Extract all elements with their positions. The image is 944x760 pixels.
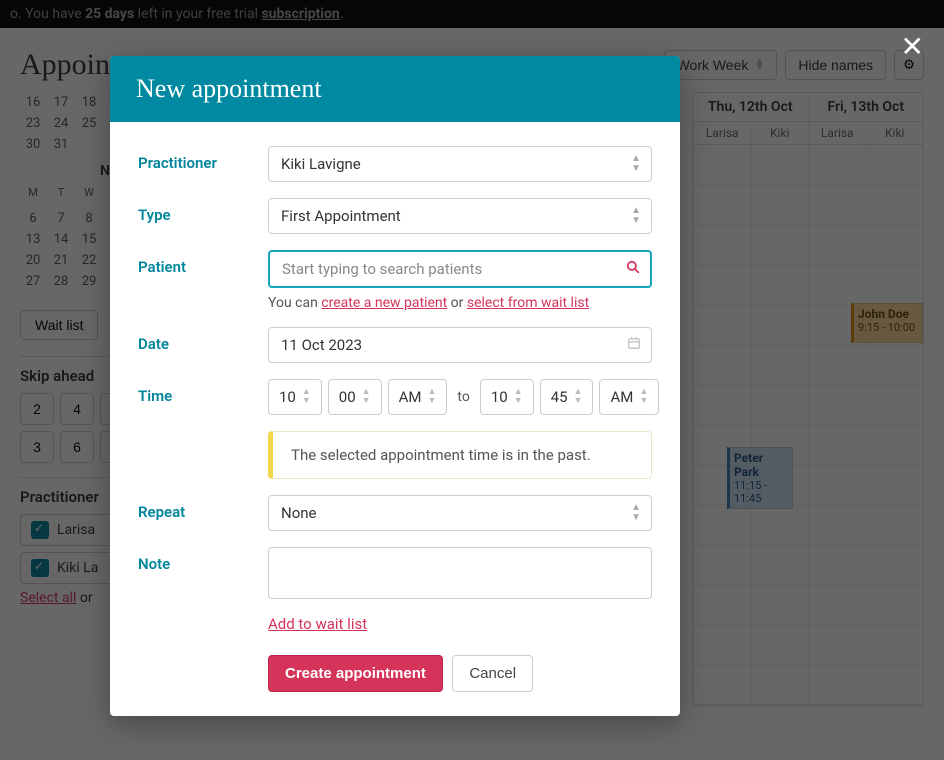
- chevron-updown-icon: ▲▼: [631, 206, 641, 226]
- date-value: 11 Oct 2023: [281, 336, 362, 354]
- search-icon: [626, 260, 640, 278]
- cancel-button[interactable]: Cancel: [452, 655, 533, 692]
- time-to-label: to: [453, 389, 473, 405]
- select-waitlist-link[interactable]: select from wait list: [467, 295, 589, 311]
- note-textarea[interactable]: [268, 547, 652, 599]
- label-repeat: Repeat: [138, 495, 268, 521]
- add-to-waitlist-link[interactable]: Add to wait list: [268, 615, 367, 633]
- stepper-icon: ▲▼: [427, 388, 436, 406]
- modal-title: New appointment: [110, 56, 680, 122]
- date-input[interactable]: 11 Oct 2023: [268, 327, 652, 363]
- label-patient: Patient: [138, 250, 268, 276]
- label-practitioner: Practitioner: [138, 146, 268, 172]
- past-time-warning: The selected appointment time is in the …: [268, 431, 652, 479]
- repeat-value: None: [281, 504, 317, 522]
- practitioner-select[interactable]: Kiki Lavigne ▲▼: [268, 146, 652, 182]
- close-modal-button[interactable]: ✕: [901, 30, 924, 63]
- time-from-hour[interactable]: 10▲▼: [268, 379, 322, 415]
- label-date: Date: [138, 327, 268, 353]
- label-time: Time: [138, 379, 268, 405]
- time-to-ampm[interactable]: AM▲▼: [599, 379, 659, 415]
- time-from-min[interactable]: 00▲▼: [328, 379, 382, 415]
- calendar-icon: [627, 336, 641, 354]
- stepper-icon: ▲▼: [639, 388, 648, 406]
- type-select[interactable]: First Appointment ▲▼: [268, 198, 652, 234]
- patient-placeholder: Start typing to search patients: [282, 260, 482, 278]
- practitioner-value: Kiki Lavigne: [281, 155, 361, 173]
- chevron-updown-icon: ▲▼: [631, 503, 641, 523]
- create-appointment-button[interactable]: Create appointment: [268, 655, 443, 692]
- patient-helper: You can create a new patient or select f…: [268, 295, 652, 311]
- patient-search-input[interactable]: Start typing to search patients: [268, 250, 652, 288]
- time-to-hour[interactable]: 10▲▼: [480, 379, 534, 415]
- stepper-icon: ▲▼: [514, 388, 523, 406]
- create-patient-link[interactable]: create a new patient: [321, 295, 447, 311]
- stepper-icon: ▲▼: [362, 388, 371, 406]
- chevron-updown-icon: ▲▼: [631, 154, 641, 174]
- label-type: Type: [138, 198, 268, 224]
- repeat-select[interactable]: None ▲▼: [268, 495, 652, 531]
- stepper-icon: ▲▼: [574, 388, 583, 406]
- label-note: Note: [138, 547, 268, 573]
- stepper-icon: ▲▼: [302, 388, 311, 406]
- type-value: First Appointment: [281, 207, 401, 225]
- new-appointment-modal: New appointment Practitioner Kiki Lavign…: [110, 56, 680, 716]
- time-to-min[interactable]: 45▲▼: [540, 379, 594, 415]
- time-from-ampm[interactable]: AM▲▼: [388, 379, 448, 415]
